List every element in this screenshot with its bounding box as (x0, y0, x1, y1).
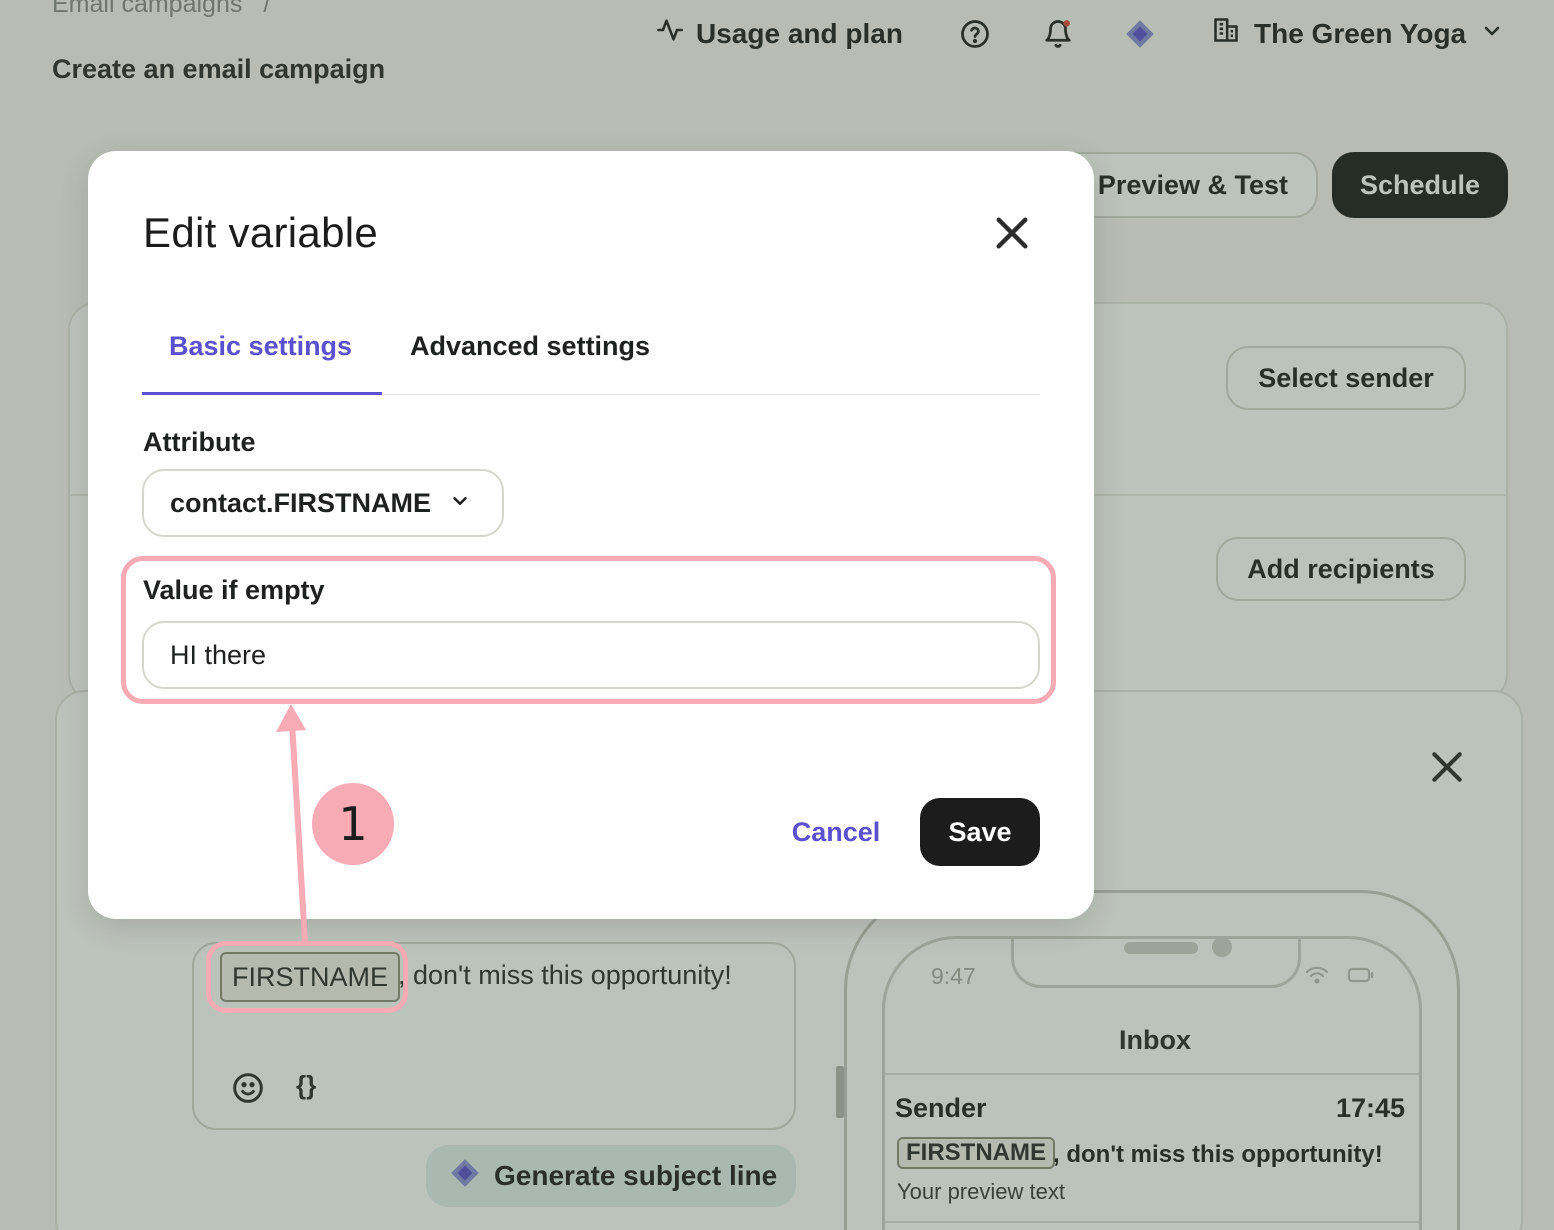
attribute-label: Attribute (143, 427, 256, 457)
save-button[interactable]: Save (920, 798, 1040, 866)
edit-variable-dialog: Edit variable Basic settings Advanced se… (88, 151, 1094, 919)
variable-chip-highlight (206, 941, 408, 1013)
active-tab-indicator (142, 392, 382, 395)
tab-advanced-settings[interactable]: Advanced settings (410, 331, 650, 362)
step-number-badge: 1 (312, 783, 394, 865)
attribute-selected-value: contact.FIRSTNAME (170, 487, 432, 518)
settings-tabs: Basic settings Advanced settings (142, 315, 1040, 395)
close-icon[interactable] (992, 213, 1032, 253)
attribute-select[interactable]: contact.FIRSTNAME (142, 469, 504, 537)
tab-basic-settings[interactable]: Basic settings (169, 331, 352, 362)
dialog-title: Edit variable (143, 209, 379, 256)
cancel-button[interactable]: Cancel (776, 799, 896, 865)
value-if-empty-highlight (121, 556, 1056, 704)
chevron-down-icon (449, 488, 471, 519)
